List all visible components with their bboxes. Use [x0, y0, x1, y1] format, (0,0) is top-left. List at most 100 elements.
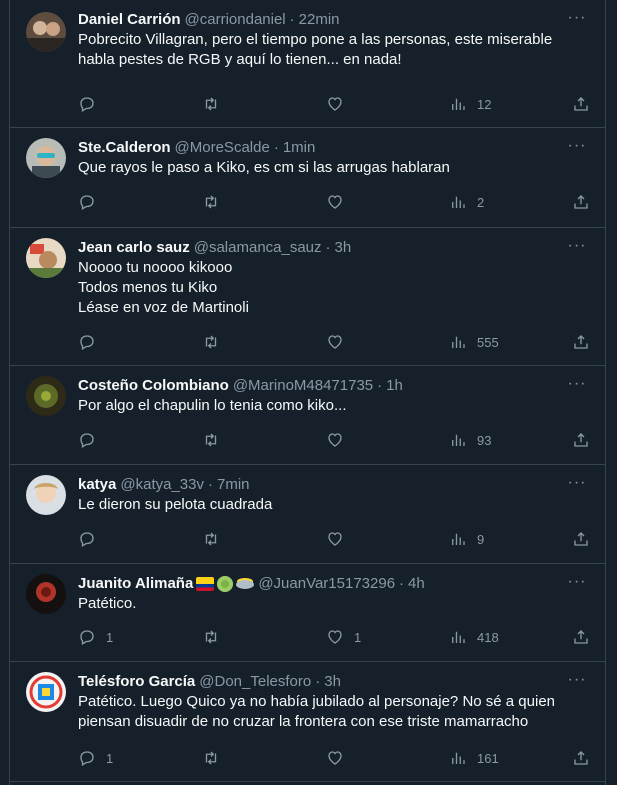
reply-button[interactable]: [78, 94, 106, 114]
avatar[interactable]: [26, 138, 66, 178]
share-button[interactable]: [572, 430, 590, 450]
action-bar: 12: [78, 94, 591, 114]
like-button[interactable]: [326, 529, 354, 549]
avatar[interactable]: [26, 574, 66, 614]
retweet-button[interactable]: [202, 748, 220, 768]
share-button[interactable]: [572, 332, 590, 352]
like-icon: [328, 97, 342, 111]
retweet-button[interactable]: [202, 627, 220, 647]
views-button[interactable]: 418: [449, 627, 499, 647]
share-button[interactable]: [572, 192, 590, 212]
avatar-image: [26, 376, 66, 416]
share-button[interactable]: [572, 627, 590, 647]
share-icon: [574, 335, 588, 349]
tweet-3[interactable]: Jean carlo sauz @salamanca_sauz · 3h ···…: [10, 228, 605, 366]
author-handle[interactable]: @carriondaniel: [185, 10, 286, 30]
timestamp[interactable]: 4h: [408, 574, 425, 594]
views-button[interactable]: 93: [449, 430, 491, 450]
like-button[interactable]: [326, 192, 354, 212]
timestamp[interactable]: 3h: [324, 672, 341, 692]
tweet-1[interactable]: Daniel Carrión @carriondaniel · 22min ··…: [10, 0, 605, 128]
timestamp[interactable]: 1h: [386, 376, 403, 396]
author-name[interactable]: Costeño Colombiano: [78, 376, 229, 396]
action-bar: 1 161: [78, 748, 591, 768]
reply-button[interactable]: [78, 332, 106, 352]
share-button[interactable]: [572, 529, 590, 549]
views-button[interactable]: 2: [449, 192, 484, 212]
like-button[interactable]: [326, 332, 354, 352]
retweet-icon: [205, 195, 217, 209]
more-icon[interactable]: ···: [567, 138, 587, 158]
author-name[interactable]: katya: [78, 475, 116, 495]
like-button[interactable]: 1: [326, 627, 361, 647]
views-button[interactable]: 161: [449, 748, 499, 768]
reply-button[interactable]: [78, 192, 106, 212]
author-name[interactable]: Jean carlo sauz: [78, 238, 190, 258]
avatar[interactable]: [26, 376, 66, 416]
retweet-button[interactable]: [202, 529, 220, 549]
tweet-4[interactable]: Costeño Colombiano @MarinoM48471735 · 1h…: [10, 366, 605, 465]
view-count: 12: [477, 96, 492, 112]
like-icon: [328, 335, 342, 349]
avatar-image: [26, 12, 66, 52]
tweet-7[interactable]: Telésforo García @Don_Telesforo · 3h ···…: [10, 662, 605, 782]
views-button[interactable]: 555: [449, 332, 499, 352]
share-button[interactable]: [572, 94, 590, 114]
reply-icon: [80, 630, 94, 645]
avatar[interactable]: [26, 12, 66, 52]
view-count: 555: [477, 334, 499, 350]
author-handle[interactable]: @salamanca_sauz: [194, 238, 322, 258]
tweet-2[interactable]: Ste.Calderon @MoreScalde · 1min ··· Que …: [10, 128, 605, 228]
retweet-button[interactable]: [202, 430, 220, 450]
tweet-5[interactable]: katya @katya_33v · 7min ··· Le dieron su…: [10, 465, 605, 564]
tweet-6[interactable]: Juanito Alimaña @JuanVar15173296 · 4h ··…: [10, 564, 605, 662]
author-name[interactable]: Juanito Alimaña: [78, 574, 193, 594]
more-icon[interactable]: ···: [567, 10, 587, 30]
more-icon[interactable]: ···: [567, 574, 587, 594]
avatar-image: [26, 238, 66, 278]
views-button[interactable]: 9: [449, 529, 484, 549]
author-name[interactable]: Ste.Calderon: [78, 138, 171, 158]
more-icon[interactable]: ···: [567, 238, 587, 258]
retweet-button[interactable]: [202, 94, 220, 114]
more-icon[interactable]: ···: [567, 475, 587, 495]
author-handle[interactable]: @katya_33v: [120, 475, 204, 495]
retweet-button[interactable]: [202, 192, 220, 212]
author-handle[interactable]: @MoreScalde: [175, 138, 270, 158]
author-name[interactable]: Daniel Carrión: [78, 10, 181, 30]
reply-button[interactable]: [78, 529, 106, 549]
timestamp[interactable]: 7min: [217, 475, 250, 495]
share-button[interactable]: [572, 748, 590, 768]
timestamp[interactable]: 1min: [283, 138, 316, 158]
more-icon[interactable]: ···: [567, 672, 587, 692]
reply-button[interactable]: 1: [78, 627, 113, 647]
retweet-button[interactable]: [202, 332, 220, 352]
tweet-text: Noooo tu noooo kikooo Todos menos tu Kik…: [78, 259, 249, 316]
timestamp[interactable]: 22min: [299, 10, 340, 30]
author-name[interactable]: Telésforo García: [78, 672, 195, 692]
like-button[interactable]: [326, 748, 354, 768]
views-button[interactable]: 12: [449, 94, 491, 114]
author-handle[interactable]: @JuanVar15173296: [258, 574, 395, 594]
avatar-image: [26, 672, 66, 712]
action-bar: 93: [78, 430, 591, 450]
reply-count: 1: [106, 750, 114, 766]
share-icon: [574, 630, 588, 644]
avatar[interactable]: [26, 672, 66, 712]
reply-button[interactable]: 1: [78, 748, 113, 768]
like-icon: [328, 195, 342, 209]
view-count: 93: [477, 432, 492, 448]
author-handle[interactable]: @Don_Telesforo: [199, 672, 311, 692]
separator-dot: ·: [273, 139, 279, 156]
separator-dot: ·: [377, 377, 383, 394]
like-button[interactable]: [326, 430, 354, 450]
separator-dot: ·: [325, 239, 331, 256]
timestamp[interactable]: 3h: [335, 238, 352, 258]
like-icon: [328, 751, 342, 765]
author-handle[interactable]: @MarinoM48471735: [233, 376, 373, 396]
like-button[interactable]: [326, 94, 354, 114]
more-icon[interactable]: ···: [567, 376, 587, 396]
avatar[interactable]: [26, 475, 66, 515]
avatar[interactable]: [26, 238, 66, 278]
reply-button[interactable]: [78, 430, 106, 450]
